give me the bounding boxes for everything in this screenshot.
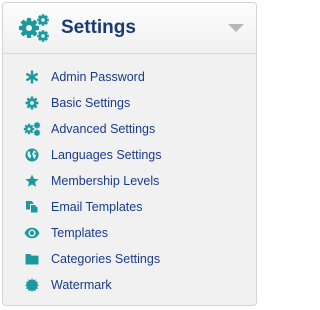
settings-menu: Admin Password Basic Settings Advanced S… xyxy=(3,54,256,298)
eye-icon xyxy=(24,226,40,240)
menu-item-watermark[interactable]: Watermark xyxy=(3,272,256,298)
menu-item-label: Categories Settings xyxy=(51,252,161,266)
menu-item-label: Watermark xyxy=(51,278,112,292)
menu-item-advanced-settings[interactable]: Advanced Settings xyxy=(3,116,256,142)
settings-header[interactable]: Settings xyxy=(3,3,256,54)
star-icon xyxy=(25,174,39,188)
menu-item-label: Membership Levels xyxy=(51,174,160,188)
menu-item-membership-levels[interactable]: Membership Levels xyxy=(3,168,256,194)
globe-icon xyxy=(25,148,39,162)
menu-item-email-templates[interactable]: Email Templates xyxy=(3,194,256,220)
menu-item-admin-password[interactable]: Admin Password xyxy=(3,64,256,90)
menu-item-categories-settings[interactable]: Categories Settings xyxy=(3,246,256,272)
page-title: Settings xyxy=(61,17,136,38)
menu-item-label: Templates xyxy=(51,226,108,240)
settings-panel: Settings Admin Password Basic Settings A… xyxy=(2,2,257,306)
chevron-down-icon[interactable] xyxy=(228,24,244,32)
menu-item-label: Basic Settings xyxy=(51,96,131,110)
gear-icon xyxy=(25,96,39,110)
folder-icon xyxy=(25,252,39,266)
copy-icon xyxy=(25,200,39,214)
asterisk-icon xyxy=(25,70,39,84)
certificate-icon xyxy=(25,278,39,292)
menu-item-label: Advanced Settings xyxy=(51,122,156,136)
menu-item-label: Languages Settings xyxy=(51,148,162,162)
menu-item-label: Admin Password xyxy=(51,70,145,84)
menu-item-templates[interactable]: Templates xyxy=(3,220,256,246)
menu-item-languages-settings[interactable]: Languages Settings xyxy=(3,142,256,168)
gears-icon xyxy=(18,14,50,42)
menu-item-label: Email Templates xyxy=(51,200,143,214)
gears-icon xyxy=(23,122,41,136)
menu-item-basic-settings[interactable]: Basic Settings xyxy=(3,90,256,116)
